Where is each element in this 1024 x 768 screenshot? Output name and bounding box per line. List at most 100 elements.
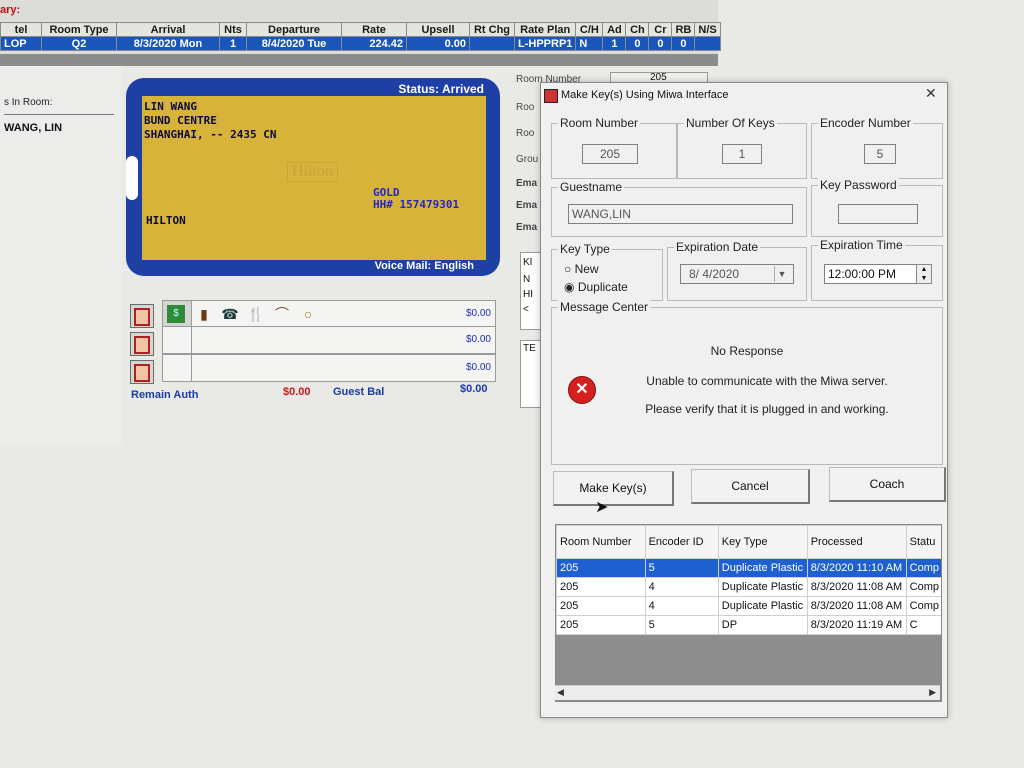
services-amount: $0.00 (465, 362, 491, 373)
grid-header-hotel[interactable]: tel (0, 22, 42, 37)
table-row[interactable]: 205 5 DP 8/3/2020 11:19 AM C (556, 615, 941, 635)
encoder-number-label: Encoder Number (818, 116, 913, 130)
expiration-time-group: Expiration Time 12:00:00 PM ▲ ▼ (811, 238, 943, 301)
folio-button-3[interactable] (130, 360, 154, 384)
grid-cell: L-HPPRP1 (513, 36, 577, 51)
chevron-down-icon[interactable]: ▼ (774, 266, 789, 282)
guests-in-room-label: s In Room: (4, 97, 53, 108)
grid-header-children[interactable]: Ch (625, 22, 650, 37)
key-history-table: Room Number Encoder ID Key Type Processe… (555, 524, 942, 702)
table-row[interactable]: 205 4 Duplicate Plastic 8/3/2020 11:08 A… (556, 596, 941, 616)
guest-balance-label: Guest Bal (333, 386, 385, 398)
table-row[interactable]: 205 4 Duplicate Plastic 8/3/2020 11:08 A… (556, 577, 941, 597)
key-type-label: Key Type (558, 242, 612, 256)
table-cell: 4 (644, 577, 719, 597)
dining-icon[interactable]: 🍴 (247, 305, 265, 323)
number-of-keys-group: Number Of Keys 1 (677, 116, 807, 179)
services-row: $ ▮ ☎ 🍴 ⌒ ○ $0.00 (162, 300, 496, 328)
services-amount: $0.00 (465, 308, 491, 319)
card-brand: HILTON (146, 214, 186, 227)
spin-up-icon[interactable]: ▲ (917, 265, 931, 274)
grid-header-rate[interactable]: Rate (341, 22, 407, 37)
table-cell: 205 (556, 615, 646, 635)
scroll-right-icon[interactable]: ▶ (929, 687, 936, 698)
grid-scroll-strip[interactable] (0, 54, 718, 66)
spin-down-icon[interactable]: ▼ (917, 274, 931, 283)
table-cell: 8/3/2020 11:08 AM (806, 596, 907, 616)
money-icon[interactable]: $ (167, 305, 185, 323)
services-row-cell (163, 327, 192, 353)
close-icon[interactable]: ✕ (925, 85, 937, 102)
col-processed[interactable]: Processed (806, 525, 907, 559)
phone-icon[interactable]: ☎ (221, 305, 239, 323)
folio-button-2[interactable] (130, 332, 154, 356)
grid-row-selected[interactable]: LOP Q2 8/3/2020 Mon 1 8/4/2020 Tue 224.4… (0, 36, 721, 51)
grid-header-departure[interactable]: Departure (246, 22, 342, 37)
room-number-field[interactable]: 205 (582, 144, 638, 164)
make-keys-button[interactable]: Make Key(s) (553, 471, 674, 506)
guestname-field[interactable]: WANG,LIN (568, 204, 793, 224)
col-key-type[interactable]: Key Type (717, 525, 808, 559)
grid-cell: LOP (0, 36, 42, 51)
grid-header-room-type[interactable]: Room Type (41, 22, 117, 37)
horizontal-scrollbar[interactable]: ◀ ▶ (555, 685, 940, 700)
card-voicemail: Voice Mail: English (374, 260, 474, 272)
key-type-duplicate-radio[interactable]: ◉ Duplicate (564, 280, 628, 294)
coach-button[interactable]: Coach (829, 467, 946, 502)
grid-header-arrival[interactable]: Arrival (116, 22, 220, 37)
grid-header-upsell[interactable]: Upsell (406, 22, 470, 37)
grid-header-no-show[interactable]: N/S (694, 22, 721, 37)
col-status[interactable]: Statu (905, 525, 941, 559)
expiration-date-label: Expiration Date (674, 240, 761, 254)
key-type-new-radio[interactable]: ○ New (564, 262, 599, 276)
message-center-group: Message Center ✕ No Response Unable to c… (551, 300, 943, 465)
card-face: LIN WANG BUND CENTRE SHANGHAI, -- 2435 C… (142, 96, 486, 260)
key-password-field[interactable] (838, 204, 918, 224)
table-cell: 4 (644, 596, 719, 616)
door-icon[interactable]: ▮ (195, 305, 213, 323)
number-of-keys-field[interactable]: 1 (722, 144, 762, 164)
grid-header-rate-change[interactable]: Rt Chg (469, 22, 515, 37)
ring-icon[interactable]: ○ (299, 305, 317, 323)
grid-header-nights[interactable]: Nts (219, 22, 247, 37)
table-cell: Comp (905, 558, 941, 578)
remain-auth-label: Remain Auth (131, 389, 199, 401)
hilton-logo-watermark: Hilton (287, 162, 338, 182)
col-room-number[interactable]: Room Number (556, 525, 646, 559)
services-panel: $ ▮ ☎ 🍴 ⌒ ○ $0.00 $0.00 $0.00 (130, 298, 496, 384)
folio-button-1[interactable] (130, 304, 154, 328)
key-type-group: Key Type ○ New ◉ Duplicate (551, 242, 663, 301)
encoder-number-field[interactable]: 5 (864, 144, 896, 164)
grid-cell (694, 36, 721, 51)
card-slot (126, 156, 138, 200)
grid-cell: 8/3/2020 Mon (116, 36, 220, 51)
encoder-number-group: Encoder Number 5 (811, 116, 943, 179)
table-cell: Duplicate Plastic (717, 596, 808, 616)
grid-header-cribs[interactable]: Cr (648, 22, 673, 37)
detail-label: Roo (516, 128, 535, 139)
guest-in-room-name[interactable]: WANG, LIN (4, 122, 62, 134)
hanger-icon[interactable]: ⌒ (273, 305, 291, 323)
table-cell: Duplicate Plastic (717, 558, 808, 578)
expiration-time-field[interactable]: 12:00:00 PM (824, 264, 925, 284)
grid-cell: 0 (671, 36, 696, 51)
grid-cell: N (575, 36, 604, 51)
scroll-left-icon[interactable]: ◀ (557, 687, 564, 698)
grid-header-ch[interactable]: C/H (575, 22, 604, 37)
key-type-duplicate-label: Duplicate (577, 280, 628, 294)
time-spinner[interactable]: ▲ ▼ (916, 264, 932, 284)
services-row-cell: $ (163, 301, 192, 327)
services-row: $0.00 (162, 354, 496, 382)
services-row-cell (163, 355, 192, 381)
table-cell: 205 (556, 558, 646, 578)
cancel-button[interactable]: Cancel (691, 469, 810, 504)
table-cell: Comp (905, 596, 941, 616)
col-encoder-id[interactable]: Encoder ID (644, 525, 719, 559)
grid-header-rollaway[interactable]: RB (671, 22, 696, 37)
table-cell: 205 (556, 577, 646, 597)
table-row[interactable]: 205 5 Duplicate Plastic 8/3/2020 11:10 A… (556, 558, 941, 578)
grid-header-adults[interactable]: Ad (602, 22, 627, 37)
table-cell: 8/3/2020 11:10 AM (806, 558, 907, 578)
table-cell: 8/3/2020 11:19 AM (806, 615, 907, 635)
grid-header-rate-plan[interactable]: Rate Plan (513, 22, 577, 37)
